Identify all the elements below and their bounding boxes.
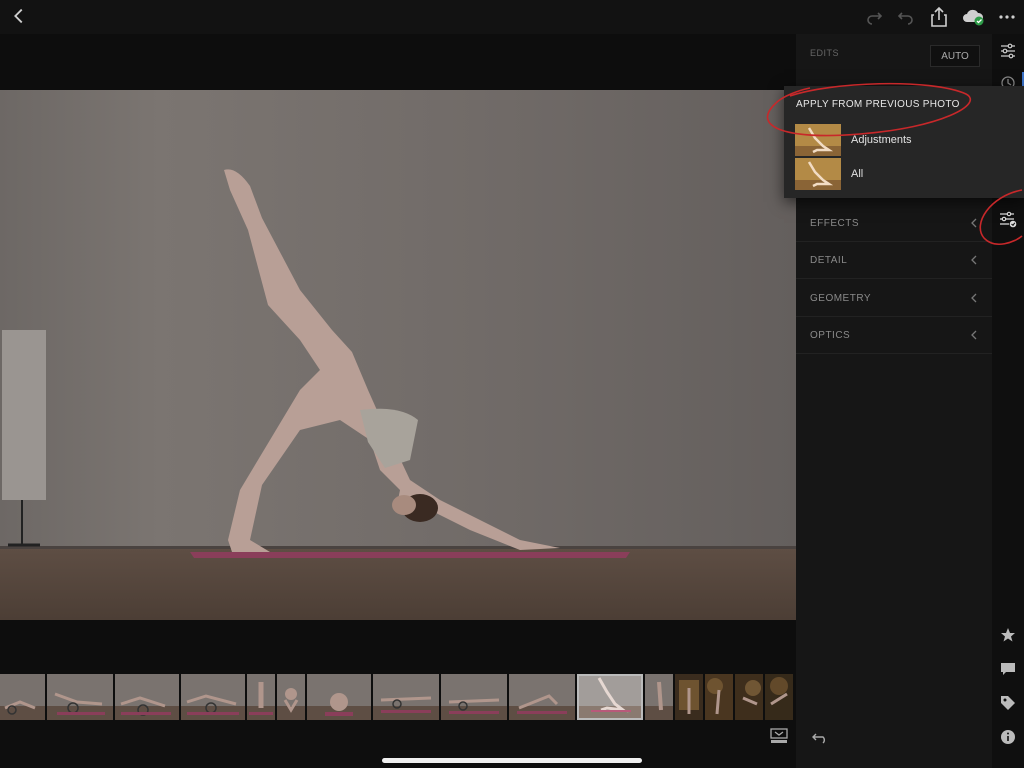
filmstrip-toggle-icon[interactable] xyxy=(770,728,788,744)
reset-icon[interactable] xyxy=(812,730,828,744)
section-label: GEOMETRY xyxy=(810,292,872,304)
filmstrip-thumb[interactable] xyxy=(765,674,793,720)
filmstrip-thumb[interactable] xyxy=(645,674,673,720)
info-icon[interactable] xyxy=(999,728,1017,746)
filmstrip-thumb[interactable] xyxy=(47,674,113,720)
filmstrip-thumb[interactable] xyxy=(441,674,507,720)
filmstrip-thumb[interactable] xyxy=(0,674,45,720)
popup-item-label: Adjustments xyxy=(851,134,912,146)
comment-icon[interactable] xyxy=(999,660,1017,678)
popup-item-label: All xyxy=(851,168,864,180)
filmstrip xyxy=(0,674,796,720)
filmstrip-thumb[interactable] xyxy=(705,674,733,720)
lightroom-editor: EDITS AUTO EFFECTS DETAIL GEOMETRY OPTIC… xyxy=(0,0,1024,768)
popup-thumb xyxy=(795,124,841,156)
filmstrip-thumb[interactable] xyxy=(247,674,275,720)
section-optics[interactable]: OPTICS xyxy=(796,317,992,354)
star-icon[interactable] xyxy=(999,626,1017,644)
filmstrip-thumb[interactable] xyxy=(181,674,245,720)
popup-title: APPLY FROM PREVIOUS PHOTO xyxy=(796,99,960,110)
filmstrip-thumb[interactable] xyxy=(509,674,575,720)
sliders-icon[interactable] xyxy=(999,42,1017,60)
section-label: OPTICS xyxy=(810,329,851,341)
chevron-left-icon xyxy=(970,218,978,228)
auto-button[interactable]: AUTO xyxy=(930,45,980,67)
section-label: EFFECTS xyxy=(810,217,860,229)
redo-icon[interactable] xyxy=(862,5,886,29)
photo-stage xyxy=(0,34,796,670)
top-toolbar xyxy=(0,0,1024,34)
apply-previous-popup: APPLY FROM PREVIOUS PHOTO Adjustments Al… xyxy=(784,86,1024,198)
main-photo[interactable] xyxy=(0,90,796,620)
chevron-left-icon xyxy=(970,293,978,303)
filmstrip-thumb[interactable] xyxy=(277,674,305,720)
popup-thumb xyxy=(795,158,841,190)
undo-icon[interactable] xyxy=(894,5,918,29)
panel-header: EDITS xyxy=(810,48,840,58)
back-icon[interactable] xyxy=(8,5,30,27)
section-effects[interactable]: EFFECTS xyxy=(796,205,992,242)
section-geometry[interactable]: GEOMETRY xyxy=(796,280,992,317)
filmstrip-thumb[interactable] xyxy=(307,674,371,720)
filmstrip-thumb[interactable] xyxy=(735,674,763,720)
section-label: DETAIL xyxy=(810,254,848,266)
cloud-sync-icon[interactable] xyxy=(960,5,986,29)
paste-settings-icon[interactable] xyxy=(999,210,1017,228)
popup-item-all[interactable]: All xyxy=(784,157,1024,191)
section-detail[interactable]: DETAIL xyxy=(796,242,992,279)
share-icon[interactable] xyxy=(927,5,951,29)
more-icon[interactable] xyxy=(995,5,1019,29)
tag-icon[interactable] xyxy=(999,694,1017,712)
chevron-left-icon xyxy=(970,330,978,340)
popup-item-adjustments[interactable]: Adjustments xyxy=(784,123,1024,157)
home-indicator[interactable] xyxy=(382,758,642,763)
filmstrip-thumb[interactable] xyxy=(115,674,179,720)
filmstrip-thumb[interactable] xyxy=(373,674,439,720)
filmstrip-thumb-selected[interactable] xyxy=(577,674,643,720)
filmstrip-thumb[interactable] xyxy=(675,674,703,720)
chevron-left-icon xyxy=(970,255,978,265)
